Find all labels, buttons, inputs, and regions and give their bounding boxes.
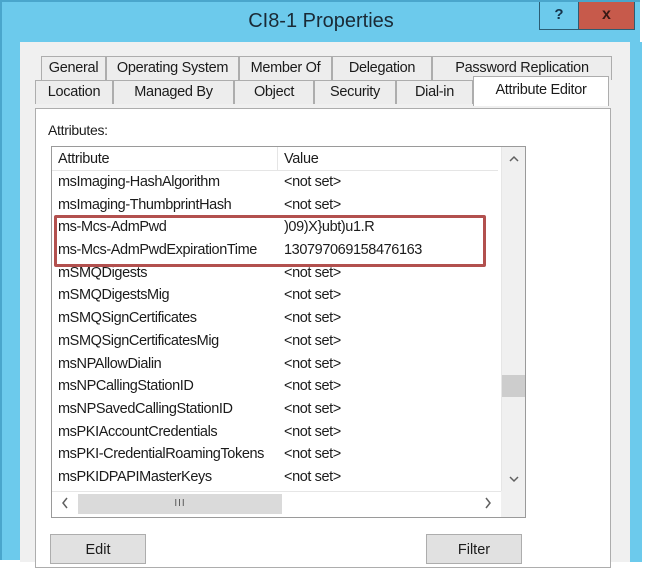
- list-item[interactable]: msNPSavedCallingStationID <not set>: [52, 398, 498, 421]
- attribute-value: <not set>: [284, 400, 341, 417]
- list-item[interactable]: mSMQDigests <not set>: [52, 262, 498, 285]
- tab-attribute-editor[interactable]: Attribute Editor: [473, 76, 609, 106]
- list-item[interactable]: ms-Mcs-AdmPwdExpirationTime 1307970691584…: [52, 239, 498, 262]
- attribute-value: <not set>: [284, 378, 341, 395]
- attribute-value: <not set>: [284, 423, 341, 440]
- chevron-left-icon: [62, 497, 68, 509]
- attribute-value: <not set>: [284, 446, 341, 463]
- attribute-name: mSMQSignCertificatesMig: [58, 332, 219, 349]
- close-icon: x: [602, 6, 611, 23]
- list-item[interactable]: mSMQSignCertificates <not set>: [52, 307, 498, 330]
- list-item[interactable]: mSMQDigestsMig <not set>: [52, 284, 498, 307]
- tab-member-of[interactable]: Member Of: [239, 56, 332, 80]
- vertical-scrollbar[interactable]: [501, 147, 525, 491]
- attribute-name: msNPCallingStationID: [58, 378, 194, 395]
- attribute-name: msPKIAccountCredentials: [58, 423, 218, 440]
- attribute-value: <not set>: [284, 196, 341, 213]
- attribute-value: 130797069158476163: [284, 242, 422, 259]
- tab-dial-in[interactable]: Dial-in: [396, 80, 473, 104]
- filter-button[interactable]: Filter: [426, 534, 522, 564]
- list-item[interactable]: msImaging-ThumbprintHash <not set>: [52, 194, 498, 217]
- attribute-value: <not set>: [284, 468, 341, 485]
- tab-operating-system[interactable]: Operating System: [106, 56, 239, 80]
- vertical-scroll-thumb[interactable]: [502, 375, 525, 397]
- close-button[interactable]: x: [579, 2, 635, 30]
- attribute-value: <not set>: [284, 287, 341, 304]
- attribute-value: <not set>: [284, 174, 341, 190]
- attribute-name: msPKI-CredentialRoamingTokens: [58, 446, 264, 463]
- tab-location[interactable]: Location: [35, 80, 113, 104]
- list-item[interactable]: msPKIDPAPIMasterKeys <not set>: [52, 466, 498, 489]
- horizontal-scrollbar[interactable]: III: [52, 491, 501, 517]
- attribute-name: msNPSavedCallingStationID: [58, 400, 233, 417]
- tab-delegation[interactable]: Delegation: [332, 56, 432, 80]
- list-item[interactable]: msPKI-CredentialRoamingTokens <not set>: [52, 443, 498, 466]
- edit-button[interactable]: Edit: [50, 534, 146, 564]
- attribute-name: mSMQDigestsMig: [58, 287, 170, 304]
- attribute-value: <not set>: [284, 310, 341, 327]
- help-button[interactable]: ?: [539, 2, 579, 30]
- attribute-name: mSMQSignCertificates: [58, 310, 197, 327]
- list-item[interactable]: msImaging-HashAlgorithm <not set>: [52, 171, 498, 194]
- list-item[interactable]: msNPAllowDialin <not set>: [52, 353, 498, 376]
- attributes-list[interactable]: Attribute Value msImaging-HashAlgorithm <…: [51, 146, 526, 518]
- list-item[interactable]: msPKIAccountCredentials <not set>: [52, 421, 498, 444]
- attribute-name: msImaging-HashAlgorithm: [58, 174, 220, 190]
- horizontal-scroll-thumb[interactable]: III: [78, 494, 282, 514]
- tab-general[interactable]: General: [41, 56, 106, 80]
- list-item[interactable]: msNPCallingStationID <not set>: [52, 375, 498, 398]
- scrollbar-corner: [501, 491, 525, 517]
- list-item[interactable]: mSMQSignCertificatesMig <not set>: [52, 330, 498, 353]
- column-header-attribute[interactable]: Attribute: [52, 147, 278, 170]
- help-icon: ?: [554, 6, 564, 23]
- attribute-name: msPKIDPAPIMasterKeys: [58, 468, 212, 485]
- chevron-right-icon: [485, 497, 491, 509]
- attribute-name: msNPAllowDialin: [58, 355, 162, 372]
- attribute-value: <not set>: [284, 332, 341, 349]
- attribute-name: ms-Mcs-AdmPwd: [58, 219, 167, 236]
- column-header-value[interactable]: Value: [278, 147, 498, 170]
- tab-security[interactable]: Security: [314, 80, 396, 104]
- scroll-down-button[interactable]: [502, 467, 525, 491]
- attribute-name: mSMQDigests: [58, 264, 148, 281]
- list-item[interactable]: ms-Mcs-AdmPwd )09)X}ubt)u1.R: [52, 216, 498, 239]
- tab-object[interactable]: Object: [234, 80, 314, 104]
- chevron-down-icon: [508, 476, 519, 483]
- attribute-value: <not set>: [284, 355, 341, 372]
- scroll-left-button[interactable]: [54, 492, 76, 517]
- scroll-right-button[interactable]: [477, 492, 499, 517]
- tab-row-2: Location Managed By Object Security Dial…: [35, 76, 615, 106]
- properties-window: CI8-1 Properties ? x General Operating S…: [0, 0, 642, 568]
- tab-managed-by[interactable]: Managed By: [113, 80, 234, 104]
- attributes-label: Attributes:: [48, 122, 108, 138]
- attribute-value: )09)X}ubt)u1.R: [284, 219, 375, 236]
- attribute-name: ms-Mcs-AdmPwdExpirationTime: [58, 242, 257, 259]
- attribute-name: msImaging-ThumbprintHash: [58, 196, 232, 213]
- attribute-value: <not set>: [284, 264, 341, 281]
- scroll-up-button[interactable]: [502, 147, 525, 171]
- chevron-up-icon: [508, 155, 519, 162]
- list-rows: msImaging-HashAlgorithm <not set> msImagin…: [52, 171, 498, 489]
- window-border: [630, 42, 642, 562]
- list-header: Attribute Value: [52, 147, 498, 171]
